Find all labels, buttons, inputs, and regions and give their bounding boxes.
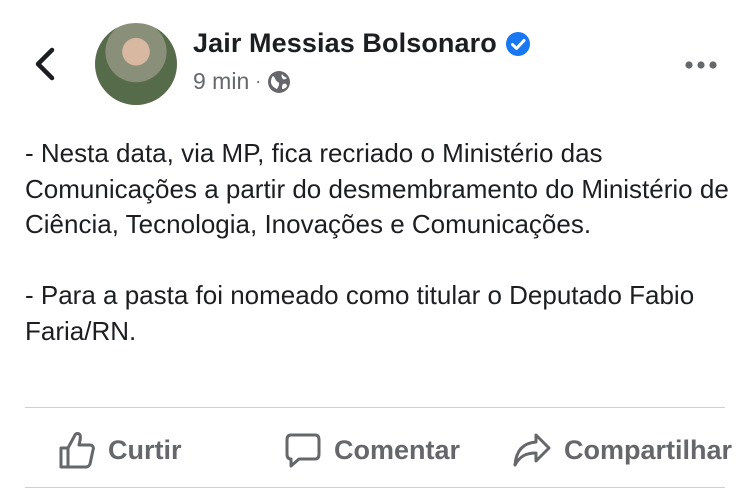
like-button[interactable]: Curtir [58, 420, 182, 480]
back-chevron-icon[interactable] [28, 46, 62, 82]
divider [25, 407, 725, 408]
meta-separator: · [255, 71, 262, 91]
share-button[interactable]: Compartilhar [512, 420, 732, 480]
avatar[interactable] [95, 23, 177, 105]
more-options-icon[interactable] [684, 54, 718, 76]
post-body: - Nesta data, via MP, fica recriado o Mi… [25, 136, 730, 349]
post-paragraph: - Para a pasta foi nomeado como titular … [25, 280, 695, 346]
share-label: Compartilhar [564, 434, 733, 465]
post-meta: 9 min · [193, 68, 291, 95]
globe-icon [268, 70, 291, 93]
verified-badge-icon [505, 31, 530, 56]
comment-bubble-icon [285, 433, 321, 468]
author-name[interactable]: Jair Messias Bolsonaro [193, 28, 497, 59]
divider [25, 487, 725, 488]
comment-label: Comentar [334, 434, 461, 465]
like-label: Curtir [108, 434, 182, 465]
post-paragraph: - Nesta data, via MP, fica recriado o Mi… [25, 138, 729, 239]
share-arrow-icon [513, 433, 551, 467]
thumbs-up-icon [59, 432, 95, 469]
action-bar: Curtir Comentar Compartilhar [0, 420, 750, 480]
comment-button[interactable]: Comentar [284, 420, 460, 480]
timestamp[interactable]: 9 min [193, 68, 249, 95]
author-row: Jair Messias Bolsonaro [193, 28, 531, 59]
